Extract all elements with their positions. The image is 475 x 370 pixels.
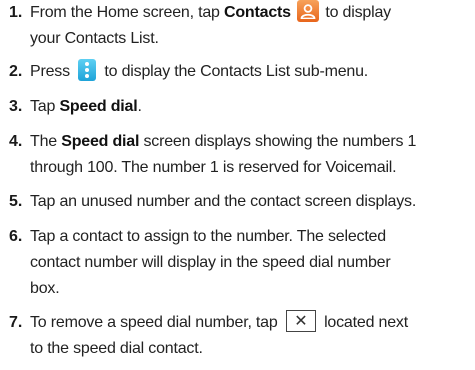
step-number: 1. bbox=[9, 4, 23, 21]
step-number: 6. bbox=[9, 228, 23, 245]
speed-dial-label: Speed dial bbox=[59, 98, 138, 115]
step-text: To remove a speed dial number, tap ✕ loc… bbox=[30, 309, 408, 332]
contacts-person-icon bbox=[297, 0, 320, 22]
step-number: 5. bbox=[9, 193, 23, 210]
step-text: The Speed dial screen displays showing t… bbox=[30, 133, 417, 150]
step-text: Press to display the Contacts List sub-m… bbox=[30, 58, 470, 85]
step-text-line-2: your Contacts List. bbox=[30, 30, 159, 47]
instruction-page: 1. From the Home screen, tap Contacts to… bbox=[0, 0, 475, 370]
speed-dial-label: Speed dial bbox=[61, 133, 140, 150]
step-text-line-2: through 100. The number 1 is reserved fo… bbox=[30, 159, 397, 176]
step-number: 3. bbox=[9, 98, 23, 115]
close-x-icon: ✕ bbox=[285, 309, 316, 332]
step-text: From the Home screen, tap Contacts to di… bbox=[30, 0, 470, 26]
menu-dots-icon bbox=[78, 58, 97, 81]
step-number: 7. bbox=[9, 314, 23, 331]
step-text: Tap a contact to assign to the number. T… bbox=[30, 228, 386, 245]
step-text-line-3: box. bbox=[30, 280, 60, 297]
step-text: Tap Speed dial. bbox=[30, 98, 142, 115]
step-text-line-2: contact number will display in the speed… bbox=[30, 254, 391, 271]
contacts-label: Contacts bbox=[224, 4, 291, 21]
step-text: Tap an unused number and the contact scr… bbox=[30, 193, 417, 210]
step-number: 4. bbox=[9, 133, 23, 150]
step-number: 2. bbox=[9, 63, 23, 80]
step-text-line-2: to the speed dial contact. bbox=[30, 340, 203, 357]
